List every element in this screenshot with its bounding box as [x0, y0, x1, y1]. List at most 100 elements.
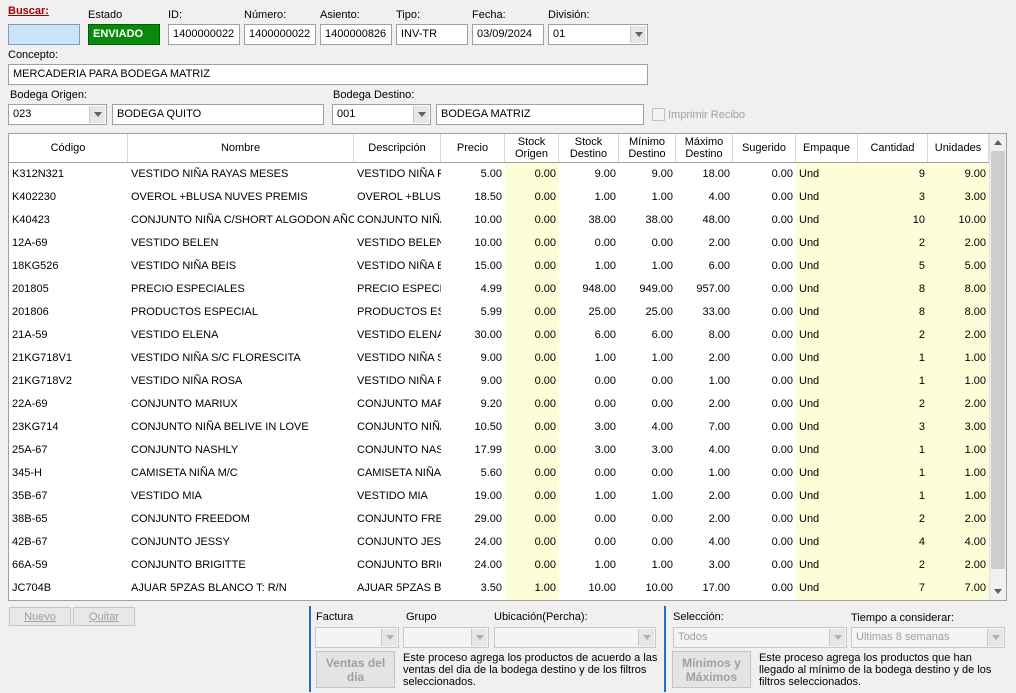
table-row[interactable]: 345-H CAMISETA NIÑA M/C CAMISETA NIÑA I 5.6… [9, 462, 989, 485]
table-row[interactable]: K402230 OVEROL +BLUSA NUVES PREMIS OVEROL … [9, 186, 989, 209]
tipo-label: Tipo: [396, 9, 421, 21]
column-header-precio[interactable]: Precio [441, 134, 505, 162]
column-header-minimo-destino[interactable]: Mínimo Destino [619, 134, 676, 162]
scroll-up-icon[interactable] [994, 140, 1002, 145]
table-row[interactable]: 18KG526 VESTIDO NIÑA BEIS VESTIDO NIÑA BE 1… [9, 255, 989, 278]
factura-select[interactable] [315, 627, 399, 648]
cell-minimo-destino: 0.00 [651, 398, 673, 410]
column-header-empaque[interactable]: Empaque [796, 134, 858, 162]
cell-cantidad[interactable]: 2 [858, 508, 928, 531]
table-row[interactable]: 201806 PRODUCTOS ESPECIAL PRODUCTOS ESPI 5.… [9, 301, 989, 324]
cell-stock-origen: 0.00 [505, 232, 559, 255]
table-row[interactable]: 21KG718V1 VESTIDO NIÑA S/C FLORESCITA VEST… [9, 347, 989, 370]
buscar-input[interactable] [8, 24, 80, 45]
numero-field[interactable]: 1400000022 [244, 24, 316, 45]
chevron-down-icon[interactable] [413, 106, 429, 123]
table-row[interactable]: 21KG718V2 VESTIDO NIÑA ROSA VESTIDO NIÑA R… [9, 370, 989, 393]
column-header-maximo-destino[interactable]: Máximo Destino [676, 134, 733, 162]
table-row[interactable]: K312N321 VESTIDO NIÑA RAYAS MESES VESTIDO … [9, 163, 989, 186]
cell-cantidad[interactable]: 8 [858, 301, 928, 324]
cell-cantidad[interactable]: 2 [858, 232, 928, 255]
cell-cantidad[interactable]: 1 [858, 347, 928, 370]
table-row[interactable]: 12A-69 VESTIDO BELEN VESTIDO BELEN 10.00 0.0… [9, 232, 989, 255]
cell-nombre: VESTIDO ELENA [131, 329, 219, 341]
scroll-down-icon[interactable] [994, 589, 1002, 594]
chevron-down-icon[interactable] [987, 629, 1003, 646]
scroll-thumb[interactable] [991, 151, 1005, 569]
division-select[interactable]: 01 [548, 24, 648, 45]
buscar-label: Buscar: [8, 5, 49, 17]
cell-precio: 4.99 [480, 283, 502, 295]
table-row[interactable]: 201805 PRECIO ESPECIALES PRECIO ESPECIAL 4.… [9, 278, 989, 301]
nuevo-button[interactable]: Nuevo [9, 607, 71, 626]
grupo-select[interactable] [403, 627, 489, 648]
cell-cantidad[interactable]: 10 [858, 209, 928, 232]
bodega-destino-label: Bodega Destino: [333, 89, 415, 101]
cell-cantidad[interactable]: 9 [858, 163, 928, 186]
column-header-unidades[interactable]: Unidades [928, 134, 989, 162]
cell-cantidad[interactable]: 4 [858, 531, 928, 554]
cell-unidades: 9.00 [928, 163, 989, 186]
tiempo-select[interactable]: Ultimas 8 semanas [851, 627, 1005, 648]
cell-cantidad[interactable]: 2 [858, 393, 928, 416]
minimos-maximos-button[interactable]: Mínimos y Máximos [672, 651, 751, 688]
tipo-field[interactable]: INV-TR [396, 24, 468, 45]
cell-cantidad[interactable]: 5 [858, 255, 928, 278]
column-header-sugerido[interactable]: Sugerido [733, 134, 796, 162]
chevron-down-icon[interactable] [471, 629, 487, 646]
cell-cantidad[interactable]: 8 [858, 278, 928, 301]
fecha-field[interactable]: 03/09/2024 [472, 24, 544, 45]
asiento-field[interactable]: 1400000826 [320, 24, 392, 45]
cell-minimo-destino: 38.00 [645, 214, 673, 226]
column-header-stock-destino[interactable]: Stock Destino [559, 134, 619, 162]
ventas-del-dia-button[interactable]: Ventas del día [316, 651, 395, 688]
ubicacion-select[interactable] [494, 627, 656, 648]
table-row[interactable]: 22A-69 CONJUNTO MARIUX CONJUNTO MARI 9.20 0.… [9, 393, 989, 416]
seleccion-select[interactable]: Todos [673, 627, 847, 648]
cell-cantidad[interactable]: 1 [858, 462, 928, 485]
concepto-field[interactable]: MERCADERIA PARA BODEGA MATRIZ [8, 64, 648, 85]
chevron-down-icon[interactable] [829, 629, 845, 646]
cell-cantidad[interactable]: 1 [858, 485, 928, 508]
table-row[interactable]: 66A-59 CONJUNTO BRIGITTE CONJUNTO BRIGI 24.… [9, 554, 989, 577]
cell-cantidad[interactable]: 1 [858, 370, 928, 393]
column-header-cantidad[interactable]: Cantidad [858, 134, 928, 162]
table-row[interactable]: 42B-67CONJUNTO JESSYCONJUNTO JESSY24.000… [9, 531, 989, 554]
imprimir-checkbox[interactable] [652, 108, 665, 121]
cell-unidades: 8.00 [928, 301, 989, 324]
table-row[interactable]: 38B-65 CONJUNTO FREEDOM CONJUNTO FREEI 29.0… [9, 508, 989, 531]
cell-sugerido: 0.00 [771, 168, 793, 180]
quitar-button[interactable]: Quitar [73, 607, 135, 626]
cell-cantidad[interactable]: 3 [858, 186, 928, 209]
column-header-nombre[interactable]: Nombre [128, 134, 354, 162]
column-header-codigo[interactable]: Código [9, 134, 128, 162]
table-row[interactable]: JC704B AJUAR 5PZAS BLANCO T: R/N AJUAR 5PZ… [9, 577, 989, 600]
cell-cantidad[interactable]: 3 [858, 416, 928, 439]
chevron-down-icon[interactable] [89, 106, 105, 123]
bodega-destino-select[interactable]: 001 [332, 104, 431, 125]
chevron-down-icon[interactable] [638, 629, 654, 646]
cell-cantidad[interactable]: 7 [858, 577, 928, 600]
vertical-scrollbar[interactable] [989, 134, 1006, 600]
cell-sugerido: 0.00 [771, 444, 793, 456]
bodega-origen-select[interactable]: 023 [8, 104, 107, 125]
table-row[interactable]: 21A-59 VESTIDO ELENA VESTIDO ELENA 30.00 0.0… [9, 324, 989, 347]
cell-empaque: Und [796, 255, 858, 278]
table-row[interactable]: 25A-67CONJUNTO NASHLYCONJUNTO NASH17.990… [9, 439, 989, 462]
chevron-down-icon[interactable] [630, 26, 646, 43]
cell-cantidad[interactable]: 2 [858, 324, 928, 347]
table-row[interactable]: 23KG714 CONJUNTO NIÑA BELIVE IN LOVE CONJU… [9, 416, 989, 439]
table-row[interactable]: 35B-67 VESTIDO MIA VESTIDO MIA 19.00 0.00 1.0… [9, 485, 989, 508]
cell-cantidad[interactable]: 2 [858, 554, 928, 577]
cell-precio: 9.20 [480, 398, 502, 410]
chevron-down-icon[interactable] [381, 629, 397, 646]
cell-stock-destino: 6.00 [594, 329, 616, 341]
cell-cantidad[interactable]: 1 [858, 439, 928, 462]
cell-stock-destino: 9.00 [594, 168, 616, 180]
cell-sugerido: 0.00 [771, 191, 793, 203]
table-row[interactable]: K40423 CONJUNTO NIÑA C/SHORT ALGODON AÑOS… [9, 209, 989, 232]
cell-codigo: 201805 [12, 283, 49, 295]
column-header-stock-origen[interactable]: Stock Origen [505, 134, 559, 162]
column-header-descripcion[interactable]: Descripción [354, 134, 441, 162]
id-field[interactable]: 1400000022 [168, 24, 240, 45]
